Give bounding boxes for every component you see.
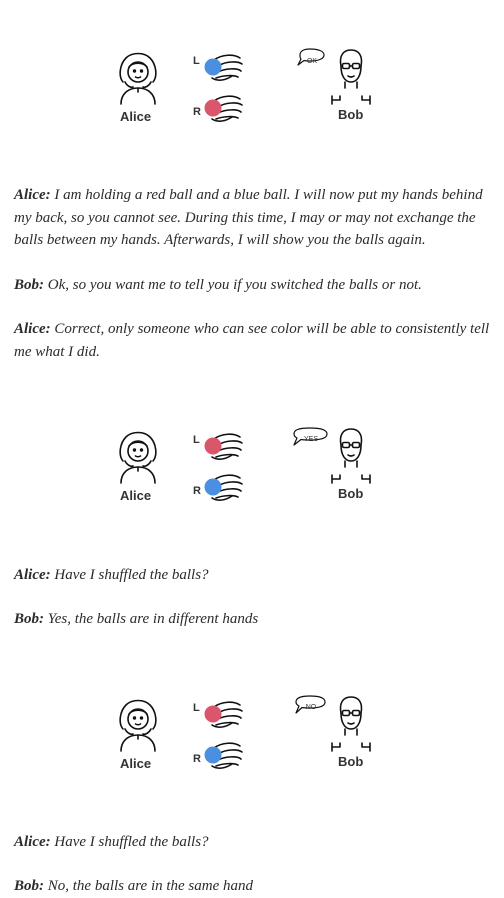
speech-bubble-text: YES (303, 436, 318, 443)
bob-figure-icon (331, 428, 371, 484)
scene-drawing (119, 695, 371, 769)
dialogue-line: Bob: Ok, so you want me to tell you if y… (14, 274, 490, 297)
right-hand-label: R (193, 485, 201, 497)
left-hand-label: L (193, 55, 200, 67)
speaker-name: Alice: (14, 321, 51, 337)
bob-name-label: Bob (338, 754, 364, 769)
left-hand-label: L (193, 434, 200, 446)
bob-name-label: Bob (338, 486, 364, 501)
speech-bubble-text: NO (305, 704, 317, 711)
right-ball (204, 99, 222, 117)
scene-drawing (119, 427, 371, 501)
dialogue-text: Yes, the balls are in different hands (44, 611, 259, 627)
alice-name-label: Alice (120, 109, 152, 124)
dialogue-text: Have I shuffled the balls? (50, 567, 209, 583)
right-ball (204, 478, 222, 496)
speaker-name: Alice: (14, 187, 51, 203)
dialogue-text: No, the balls are in the same hand (44, 878, 254, 894)
speaker-name: Bob: (14, 878, 44, 894)
left-hand-label: L (193, 702, 200, 714)
alice-figure-icon (119, 52, 157, 105)
dialogue-line: Bob: No, the balls are in the same hand (14, 875, 490, 898)
dialogue-text: I am holding a red ball and a blue ball.… (14, 187, 483, 248)
left-ball (204, 705, 222, 723)
illustration-scene-1: L R OK Alice Bob (0, 42, 504, 132)
scene-drawing (119, 48, 371, 122)
dialogue-line: Alice: I am holding a red ball and a blu… (14, 184, 490, 252)
bob-name-label: Bob (338, 107, 364, 122)
left-ball (204, 437, 222, 455)
dialogue-text: Have I shuffled the balls? (50, 834, 209, 850)
speaker-name: Alice: (14, 567, 51, 583)
alice-figure-icon (119, 699, 157, 752)
bob-figure-icon (331, 696, 371, 752)
illustration-scene-2: L R YES Alice Bob (0, 421, 504, 511)
bob-figure-icon (331, 49, 371, 105)
alice-figure-icon (119, 431, 157, 484)
speech-bubble-text: OK (306, 58, 318, 65)
dialogue-line: Alice: Have I shuffled the balls? (14, 831, 490, 854)
left-ball (204, 58, 222, 76)
right-ball (204, 746, 222, 764)
speaker-name: Alice: (14, 834, 51, 850)
right-hand-label: R (193, 753, 201, 765)
dialogue-line: Alice: Have I shuffled the balls? (14, 564, 490, 587)
speaker-name: Bob: (14, 611, 44, 627)
dialogue-text: Correct, only someone who can see color … (14, 321, 490, 360)
dialogue-text: Ok, so you want me to tell you if you sw… (44, 277, 422, 293)
dialogue-line: Alice: Correct, only someone who can see… (14, 318, 490, 363)
dialogue-line: Bob: Yes, the balls are in different han… (14, 608, 490, 631)
right-hand-label: R (193, 106, 201, 118)
illustration-scene-3: L R NO Alice Bob (0, 689, 504, 779)
alice-name-label: Alice (120, 488, 152, 503)
alice-name-label: Alice (120, 756, 152, 771)
speaker-name: Bob: (14, 277, 44, 293)
